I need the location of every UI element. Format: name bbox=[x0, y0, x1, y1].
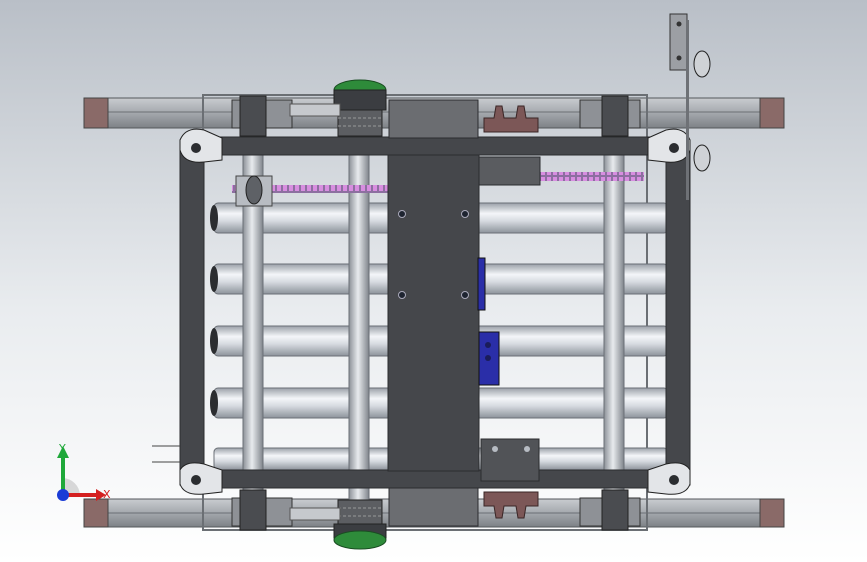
x-axis-label: X bbox=[103, 488, 111, 501]
top-center-housing bbox=[388, 99, 479, 139]
bracket-hole bbox=[485, 342, 491, 348]
coordinate-triad: Y X bbox=[57, 442, 111, 501]
corner-lug bbox=[647, 128, 691, 163]
corner-lug bbox=[179, 462, 223, 495]
blue-bracket bbox=[477, 257, 486, 311]
corner-lug bbox=[179, 128, 223, 163]
conveyor-assembly-model[interactable] bbox=[0, 0, 867, 562]
z-axis-dot bbox=[57, 489, 69, 501]
lower-mount-plate bbox=[480, 438, 540, 482]
corner-lug bbox=[647, 462, 691, 495]
bottom-cross-beam bbox=[195, 469, 657, 489]
mounting-hole bbox=[461, 291, 469, 299]
mounting-hole bbox=[461, 210, 469, 218]
top-cross-beam bbox=[195, 136, 657, 156]
bottom-drive-sprocket bbox=[333, 499, 387, 550]
mounting-hole bbox=[398, 291, 406, 299]
mounting-hole bbox=[524, 446, 530, 452]
mounting-hole bbox=[398, 210, 406, 218]
left-side-member bbox=[179, 139, 205, 486]
top-drive-sprocket bbox=[333, 79, 387, 137]
mounting-hole bbox=[492, 446, 498, 452]
left-idler-sprocket bbox=[235, 175, 273, 207]
bottom-center-housing bbox=[388, 487, 479, 527]
bracket-hole bbox=[485, 355, 491, 361]
y-axis-label: Y bbox=[58, 442, 66, 455]
cad-viewport[interactable]: Y X bbox=[0, 0, 867, 562]
center-mounting-plate bbox=[387, 154, 480, 472]
